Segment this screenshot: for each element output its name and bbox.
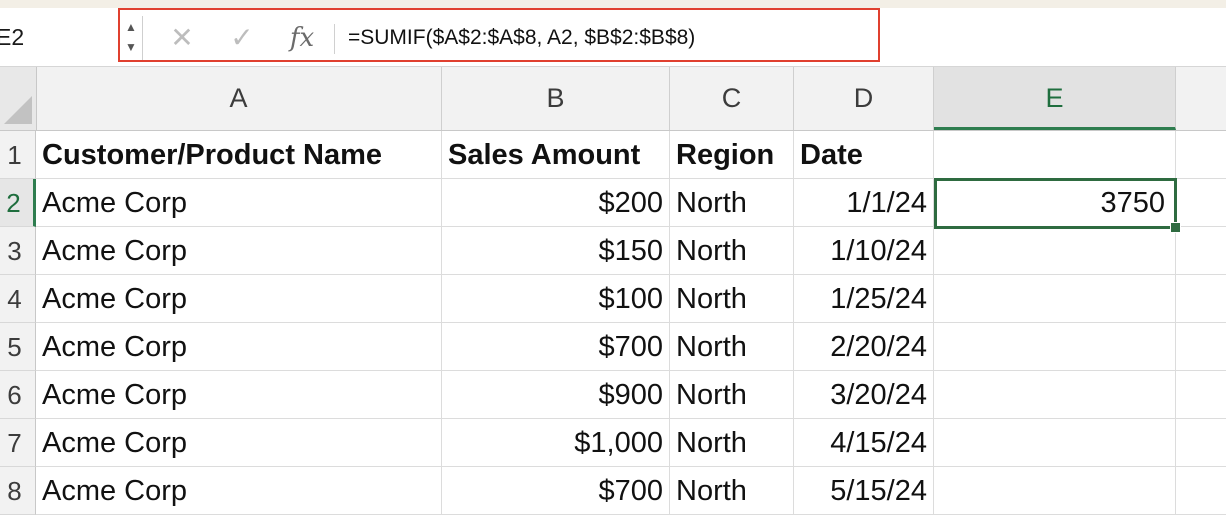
cell-c6[interactable]: North	[670, 371, 794, 419]
chevron-down-icon[interactable]: ▼	[123, 38, 139, 56]
cell-b1[interactable]: Sales Amount	[442, 131, 670, 179]
check-icon[interactable]: ✓	[222, 18, 262, 58]
cell-a6[interactable]: Acme Corp	[36, 371, 442, 419]
column-header-b[interactable]: B	[442, 67, 670, 130]
cell-b7[interactable]: $1,000	[442, 419, 670, 467]
cell-a3[interactable]: Acme Corp	[36, 227, 442, 275]
cell-d3[interactable]: 1/10/24	[794, 227, 934, 275]
cell-d6[interactable]: 3/20/24	[794, 371, 934, 419]
cell-a7[interactable]: Acme Corp	[36, 419, 442, 467]
row-header-7[interactable]: 7	[0, 419, 36, 467]
cell-e6[interactable]	[934, 371, 1176, 419]
column-header-f[interactable]	[1176, 67, 1226, 130]
cell-d1[interactable]: Date	[794, 131, 934, 179]
row-header-4[interactable]: 4	[0, 275, 36, 323]
column-header-c[interactable]: C	[670, 67, 794, 130]
row-header-2[interactable]: 2	[0, 179, 36, 227]
cell-c8[interactable]: North	[670, 467, 794, 515]
cell-a8[interactable]: Acme Corp	[36, 467, 442, 515]
formula-bar: E2 ▲ ▼ ✕ ✓ fx =SUMIF($A$2:$A$8, A2, $B$2…	[0, 8, 1226, 67]
cell-a5[interactable]: Acme Corp	[36, 323, 442, 371]
cell-b2[interactable]: $200	[442, 179, 670, 227]
cell-f7[interactable]	[1176, 419, 1226, 467]
close-icon[interactable]: ✕	[162, 18, 202, 58]
cell-d8[interactable]: 5/15/24	[794, 467, 934, 515]
cell-e3[interactable]	[934, 227, 1176, 275]
cell-c4[interactable]: North	[670, 275, 794, 323]
column-header-a[interactable]: A	[36, 67, 442, 130]
cell-f6[interactable]	[1176, 371, 1226, 419]
formula-input[interactable]: =SUMIF($A$2:$A$8, A2, $B$2:$B$8)	[348, 18, 695, 58]
cell-e4[interactable]	[934, 275, 1176, 323]
cell-e7[interactable]	[934, 419, 1176, 467]
fx-icon[interactable]: fx	[282, 18, 322, 58]
row-header-8[interactable]: 8	[0, 467, 36, 515]
cell-c3[interactable]: North	[670, 227, 794, 275]
name-box[interactable]: E2	[0, 16, 112, 58]
cell-b5[interactable]: $700	[442, 323, 670, 371]
row-header-1[interactable]: 1	[0, 131, 36, 179]
cell-d4[interactable]: 1/25/24	[794, 275, 934, 323]
cell-f3[interactable]	[1176, 227, 1226, 275]
row-header-3[interactable]: 3	[0, 227, 36, 275]
row-header-5[interactable]: 5	[0, 323, 36, 371]
cell-c5[interactable]: North	[670, 323, 794, 371]
cell-c7[interactable]: North	[670, 419, 794, 467]
column-header-d[interactable]: D	[794, 67, 934, 130]
chevron-up-icon[interactable]: ▲	[123, 18, 139, 36]
cell-d7[interactable]: 4/15/24	[794, 419, 934, 467]
active-cell-outline	[934, 178, 1177, 229]
cell-f5[interactable]	[1176, 323, 1226, 371]
cell-b4[interactable]: $100	[442, 275, 670, 323]
cell-a2[interactable]: Acme Corp	[36, 179, 442, 227]
fill-handle[interactable]	[1170, 222, 1181, 233]
name-box-stepper[interactable]: ▲ ▼	[120, 16, 143, 60]
cell-f4[interactable]	[1176, 275, 1226, 323]
cell-c2[interactable]: North	[670, 179, 794, 227]
cell-b6[interactable]: $900	[442, 371, 670, 419]
cell-c1[interactable]: Region	[670, 131, 794, 179]
cell-a1[interactable]: Customer/Product Name	[36, 131, 442, 179]
cell-b3[interactable]: $150	[442, 227, 670, 275]
cell-e1[interactable]	[934, 131, 1176, 179]
column-header-e[interactable]: E	[934, 67, 1176, 130]
cell-d2[interactable]: 1/1/24	[794, 179, 934, 227]
row-header-6[interactable]: 6	[0, 371, 36, 419]
window-top-strip	[0, 0, 1226, 8]
cell-a4[interactable]: Acme Corp	[36, 275, 442, 323]
select-all-corner[interactable]	[0, 67, 37, 130]
cell-f8[interactable]	[1176, 467, 1226, 515]
cell-e5[interactable]	[934, 323, 1176, 371]
cell-b8[interactable]: $700	[442, 467, 670, 515]
cell-f1[interactable]	[1176, 131, 1226, 179]
select-all-icon	[4, 96, 32, 124]
formula-divider	[334, 24, 335, 54]
cell-e8[interactable]	[934, 467, 1176, 515]
cell-f2[interactable]	[1176, 179, 1226, 227]
cell-d5[interactable]: 2/20/24	[794, 323, 934, 371]
